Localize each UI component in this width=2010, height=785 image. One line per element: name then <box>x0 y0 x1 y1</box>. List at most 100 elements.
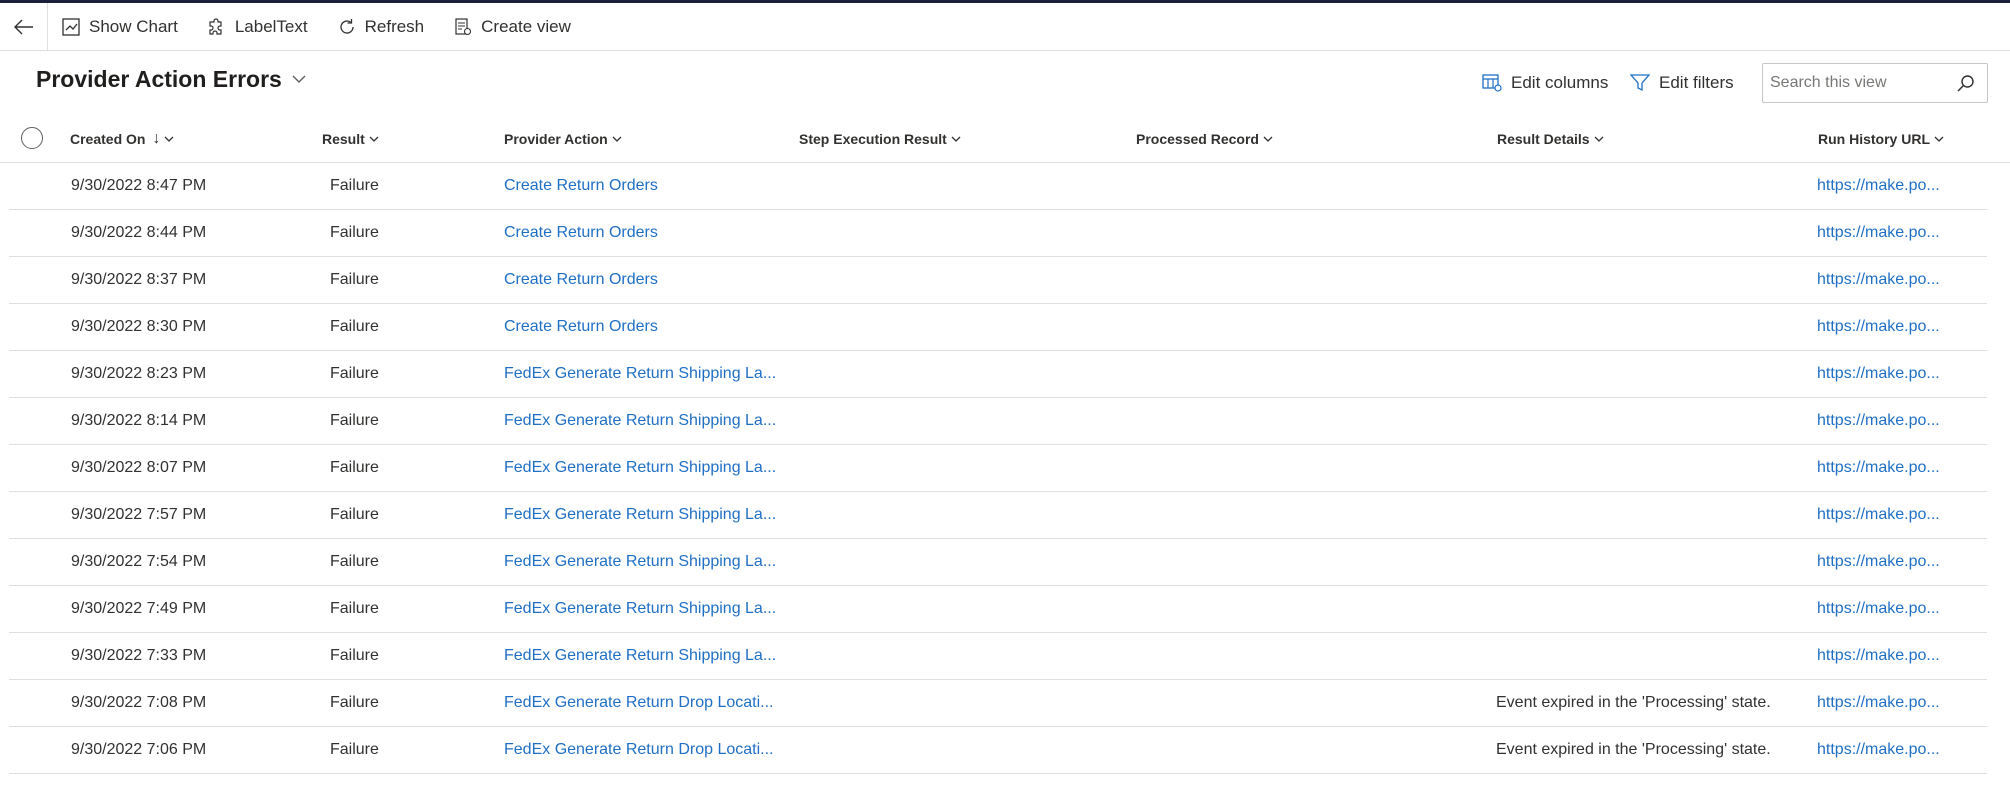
create-view-label: Create view <box>481 16 571 36</box>
column-header-run-history-url[interactable]: Run History URL <box>1818 116 1944 162</box>
cell-provider-action-link[interactable]: FedEx Generate Return Shipping La... <box>504 586 776 632</box>
grid-header: Created On ↓ Result Provider Action Step… <box>0 116 2010 163</box>
column-header-processed-record[interactable]: Processed Record <box>1136 116 1273 162</box>
column-header-provider-action[interactable]: Provider Action <box>504 116 622 162</box>
result-header-label: Result <box>322 131 365 147</box>
cell-provider-action-link[interactable]: Create Return Orders <box>504 163 658 209</box>
column-header-step-execution-result[interactable]: Step Execution Result <box>799 116 961 162</box>
chevron-down-icon <box>951 136 961 142</box>
table-row[interactable]: 9/30/2022 7:49 PM Failure FedEx Generate… <box>9 586 1987 633</box>
back-button[interactable] <box>0 2 48 51</box>
cell-provider-action-link[interactable]: FedEx Generate Return Shipping La... <box>504 633 776 679</box>
table-row[interactable]: 9/30/2022 7:06 PM Failure FedEx Generate… <box>9 727 1987 774</box>
cell-result: Failure <box>330 365 379 382</box>
cell-run-history-url-link[interactable]: https://make.po... <box>1817 633 1940 679</box>
cell-provider-action-link[interactable]: Create Return Orders <box>504 257 658 303</box>
cell-provider-action-link[interactable]: FedEx Generate Return Shipping La... <box>504 492 776 538</box>
cell-result: Failure <box>330 506 379 523</box>
chevron-down-icon <box>292 75 306 83</box>
cell-created-on: 9/30/2022 7:08 PM <box>71 694 207 711</box>
cell-provider-action-link[interactable]: FedEx Generate Return Drop Locati... <box>504 680 773 726</box>
cell-result: Failure <box>330 177 379 194</box>
cell-provider-action-link[interactable]: FedEx Generate Return Shipping La... <box>504 539 776 585</box>
chevron-down-icon <box>1934 136 1944 142</box>
table-row[interactable]: 9/30/2022 8:07 PM Failure FedEx Generate… <box>9 445 1987 492</box>
column-header-result[interactable]: Result <box>322 116 379 162</box>
cell-run-history-url-link[interactable]: https://make.po... <box>1817 492 1940 538</box>
cell-created-on: 9/30/2022 7:57 PM <box>71 506 207 523</box>
column-header-result-details[interactable]: Result Details <box>1497 116 1604 162</box>
step-execution-result-header-label: Step Execution Result <box>799 131 947 147</box>
search-box <box>1762 63 1988 103</box>
column-header-created-on[interactable]: Created On ↓ <box>70 116 174 162</box>
cell-created-on: 9/30/2022 8:23 PM <box>71 365 207 382</box>
cell-run-history-url-link[interactable]: https://make.po... <box>1817 727 1940 773</box>
chevron-down-icon <box>1263 136 1273 142</box>
refresh-button[interactable]: Refresh <box>326 3 437 51</box>
cell-result: Failure <box>330 553 379 570</box>
table-row[interactable]: 9/30/2022 8:37 PM Failure Create Return … <box>9 257 1987 304</box>
table-row[interactable]: 9/30/2022 7:54 PM Failure FedEx Generate… <box>9 539 1987 586</box>
table-row[interactable]: 9/30/2022 7:33 PM Failure FedEx Generate… <box>9 633 1987 680</box>
cell-result: Failure <box>330 741 379 758</box>
sort-descending-icon: ↓ <box>152 130 161 147</box>
cell-created-on: 9/30/2022 8:07 PM <box>71 459 207 476</box>
label-text-button[interactable]: LabelText <box>196 3 320 51</box>
cell-run-history-url-link[interactable]: https://make.po... <box>1817 445 1940 491</box>
command-bar: Show Chart LabelText Refresh Create view <box>0 2 2010 51</box>
cell-run-history-url-link[interactable]: https://make.po... <box>1817 304 1940 350</box>
table-row[interactable]: 9/30/2022 8:14 PM Failure FedEx Generate… <box>9 398 1987 445</box>
cell-created-on: 9/30/2022 7:33 PM <box>71 647 207 664</box>
cell-created-on: 9/30/2022 8:37 PM <box>71 271 207 288</box>
create-view-button[interactable]: Create view <box>442 3 583 51</box>
label-text-label: LabelText <box>234 16 308 36</box>
view-selector[interactable]: Provider Action Errors <box>36 66 306 93</box>
cell-result: Failure <box>330 318 379 335</box>
cell-provider-action-link[interactable]: FedEx Generate Return Drop Locati... <box>504 727 773 773</box>
cell-run-history-url-link[interactable]: https://make.po... <box>1817 680 1940 726</box>
cell-provider-action-link[interactable]: FedEx Generate Return Shipping La... <box>504 445 776 491</box>
cell-result: Failure <box>330 694 379 711</box>
cell-run-history-url-link[interactable]: https://make.po... <box>1817 210 1940 256</box>
cell-provider-action-link[interactable]: Create Return Orders <box>504 304 658 350</box>
cell-created-on: 9/30/2022 8:30 PM <box>71 318 207 335</box>
cell-run-history-url-link[interactable]: https://make.po... <box>1817 586 1940 632</box>
cell-provider-action-link[interactable]: FedEx Generate Return Shipping La... <box>504 398 776 444</box>
cell-result-details: Event expired in the 'Processing' state. <box>1496 741 1771 758</box>
edit-columns-button[interactable]: Edit columns <box>1482 66 1608 100</box>
cell-provider-action-link[interactable]: Create Return Orders <box>504 210 658 256</box>
cell-result: Failure <box>330 224 379 241</box>
table-row[interactable]: 9/30/2022 8:44 PM Failure Create Return … <box>9 210 1987 257</box>
edit-filters-label: Edit filters <box>1659 73 1734 92</box>
cell-run-history-url-link[interactable]: https://make.po... <box>1817 398 1940 444</box>
refresh-icon <box>339 18 354 34</box>
cell-run-history-url-link[interactable]: https://make.po... <box>1817 163 1940 209</box>
cell-created-on: 9/30/2022 7:49 PM <box>71 600 207 617</box>
cell-result: Failure <box>330 647 379 664</box>
show-chart-button[interactable]: Show Chart <box>50 3 190 51</box>
chart-icon <box>62 17 80 36</box>
table-row[interactable]: 9/30/2022 8:30 PM Failure Create Return … <box>9 304 1987 351</box>
table-row[interactable]: 9/30/2022 7:08 PM Failure FedEx Generate… <box>9 680 1987 727</box>
puzzle-icon <box>209 17 222 35</box>
cell-result: Failure <box>330 459 379 476</box>
show-chart-label: Show Chart <box>89 16 178 36</box>
cell-created-on: 9/30/2022 7:06 PM <box>71 741 207 758</box>
cell-run-history-url-link[interactable]: https://make.po... <box>1817 257 1940 303</box>
table-row[interactable]: 9/30/2022 7:57 PM Failure FedEx Generate… <box>9 492 1987 539</box>
arrow-left-icon <box>13 19 33 34</box>
cell-run-history-url-link[interactable]: https://make.po... <box>1817 539 1940 585</box>
chevron-down-icon <box>165 136 174 142</box>
table-row[interactable]: 9/30/2022 8:23 PM Failure FedEx Generate… <box>9 351 1987 398</box>
select-all-checkbox[interactable] <box>21 127 43 149</box>
search-input[interactable] <box>1763 65 1943 101</box>
cell-run-history-url-link[interactable]: https://make.po... <box>1817 351 1940 397</box>
search-icon[interactable] <box>1957 74 1975 92</box>
cell-result: Failure <box>330 271 379 288</box>
refresh-label: Refresh <box>364 16 425 36</box>
cell-result: Failure <box>330 600 379 617</box>
processed-record-header-label: Processed Record <box>1136 131 1259 147</box>
cell-provider-action-link[interactable]: FedEx Generate Return Shipping La... <box>504 351 776 397</box>
edit-filters-button[interactable]: Edit filters <box>1630 66 1734 100</box>
table-row[interactable]: 9/30/2022 8:47 PM Failure Create Return … <box>9 163 1987 210</box>
